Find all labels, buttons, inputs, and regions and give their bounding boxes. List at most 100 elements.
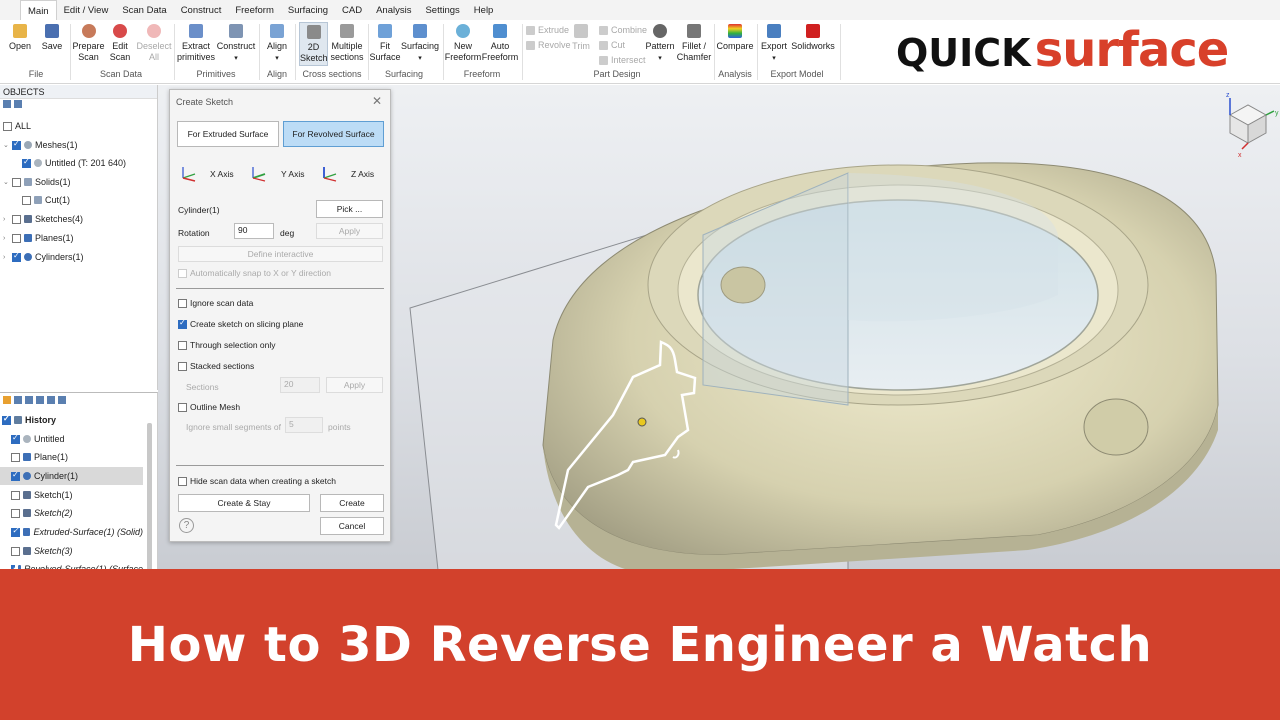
- x-axis-label[interactable]: X Axis: [210, 169, 234, 179]
- menu-cad[interactable]: CAD: [335, 0, 369, 20]
- checkbox[interactable]: [178, 318, 187, 329]
- tree-item-cut[interactable]: Cut(1): [22, 195, 70, 205]
- tree-item-planes[interactable]: › Planes(1): [3, 233, 74, 243]
- create-button[interactable]: Create: [320, 494, 384, 512]
- fit-surface-button[interactable]: Fit Surface: [369, 22, 401, 63]
- stacked-sections-option[interactable]: Stacked sections: [178, 361, 254, 371]
- z-axis-icon[interactable]: [321, 164, 339, 182]
- checkbox[interactable]: [178, 476, 187, 486]
- combine-button[interactable]: Combine: [599, 25, 647, 35]
- menu-settings[interactable]: Settings: [418, 0, 466, 20]
- pattern-button[interactable]: Pattern ▾: [643, 22, 677, 64]
- checkbox[interactable]: [178, 298, 187, 308]
- ignore-scan-option[interactable]: Ignore scan data: [178, 298, 253, 308]
- checkbox[interactable]: [22, 195, 31, 205]
- deselect-all-button[interactable]: Deselect All: [136, 22, 172, 63]
- chevron-right-icon[interactable]: ›: [3, 254, 9, 261]
- filter-icon[interactable]: [14, 100, 22, 108]
- new-freeform-button[interactable]: New Freeform: [444, 22, 482, 63]
- create-and-stay-button[interactable]: Create & Stay: [178, 494, 310, 512]
- x-axis-icon[interactable]: [180, 164, 198, 182]
- chevron-right-icon[interactable]: ›: [3, 216, 9, 223]
- cancel-button[interactable]: Cancel: [320, 517, 384, 535]
- checkbox[interactable]: [11, 490, 20, 500]
- y-axis-label[interactable]: Y Axis: [281, 169, 304, 179]
- history-icon[interactable]: [3, 396, 11, 404]
- menu-scan-data[interactable]: Scan Data: [115, 0, 173, 20]
- open-button[interactable]: Open: [7, 22, 33, 52]
- extract-primitives-button[interactable]: Extract primitives: [175, 22, 217, 63]
- hide-scan-option[interactable]: Hide scan data when creating a sketch: [178, 476, 336, 486]
- history-item[interactable]: Untitled: [0, 430, 143, 448]
- menu-surfacing[interactable]: Surfacing: [281, 0, 335, 20]
- trim-button[interactable]: Trim: [568, 22, 594, 52]
- tree-item-sketches[interactable]: › Sketches(4): [3, 214, 83, 224]
- history-item[interactable]: Extruded-Surface(1) (Solid): [0, 523, 143, 541]
- history-item[interactable]: Plane(1): [0, 448, 143, 466]
- surfacing-button[interactable]: Surfacing ▾: [400, 22, 440, 64]
- z-axis-label[interactable]: Z Axis: [351, 169, 374, 179]
- checkbox[interactable]: [178, 402, 187, 412]
- apply-rotation-button[interactable]: Apply: [316, 223, 383, 239]
- auto-freeform-button[interactable]: Auto Freeform: [481, 22, 519, 63]
- checkbox[interactable]: [12, 177, 21, 187]
- close-icon[interactable]: ✕: [372, 94, 382, 108]
- checkbox[interactable]: [178, 268, 187, 278]
- tree-item-cylinders[interactable]: › Cylinders(1): [3, 251, 84, 263]
- history-root[interactable]: History: [0, 411, 143, 429]
- checkbox[interactable]: [12, 233, 21, 243]
- checkbox[interactable]: [178, 340, 187, 350]
- pick-button[interactable]: Pick ...: [316, 200, 383, 218]
- intersect-button[interactable]: Intersect: [599, 55, 646, 65]
- checkbox[interactable]: [11, 470, 20, 481]
- tree-item-all[interactable]: ALL: [3, 121, 31, 131]
- export-button[interactable]: Export ▾: [760, 22, 788, 64]
- checkbox[interactable]: [12, 214, 21, 224]
- view-cube[interactable]: [1228, 98, 1275, 150]
- chevron-down-icon[interactable]: ⌄: [3, 141, 9, 149]
- checkbox[interactable]: [22, 157, 31, 168]
- checkbox[interactable]: [11, 526, 20, 537]
- forward-icon[interactable]: [58, 396, 66, 404]
- step-forward-icon[interactable]: [36, 396, 44, 404]
- history-item[interactable]: Sketch(1): [0, 486, 143, 504]
- menu-help[interactable]: Help: [467, 0, 501, 20]
- align-button[interactable]: Align ▾: [262, 22, 292, 64]
- history-item[interactable]: Sketch(2): [0, 504, 143, 522]
- tree-item-untitled-mesh[interactable]: Untitled (T: 201 640): [22, 157, 126, 168]
- fillet-chamfer-button[interactable]: Fillet / Chamfer: [676, 22, 712, 63]
- y-axis-icon[interactable]: [250, 164, 268, 182]
- tree-item-solids[interactable]: ⌄ Solids(1): [3, 177, 71, 187]
- list-icon[interactable]: [14, 396, 22, 404]
- segments-input[interactable]: 5: [285, 417, 323, 433]
- checkbox[interactable]: [12, 139, 21, 150]
- menu-main[interactable]: Main: [20, 0, 57, 20]
- checkbox[interactable]: [11, 508, 20, 518]
- history-scrollbar[interactable]: [147, 423, 152, 571]
- tree-item-meshes[interactable]: ⌄ Meshes(1): [3, 139, 78, 151]
- cut-button[interactable]: Cut: [599, 40, 625, 50]
- construct-button[interactable]: Construct ▾: [216, 22, 256, 64]
- history-item[interactable]: Cylinder(1): [0, 467, 143, 485]
- menu-freeform[interactable]: Freeform: [228, 0, 281, 20]
- auto-snap-option[interactable]: Automatically snap to X or Y direction: [178, 268, 331, 278]
- checkbox[interactable]: [11, 546, 20, 556]
- menu-edit-view[interactable]: Edit / View: [57, 0, 116, 20]
- expand-icon[interactable]: [3, 100, 11, 108]
- multiple-sections-button[interactable]: Multiple sections: [329, 22, 365, 63]
- chevron-down-icon[interactable]: ⌄: [3, 178, 9, 186]
- save-button[interactable]: Save: [39, 22, 65, 52]
- rotation-input[interactable]: 90: [234, 223, 274, 239]
- define-interactive-button[interactable]: Define interactive: [178, 246, 383, 262]
- revolve-button[interactable]: Revolve: [526, 40, 571, 50]
- create-on-plane-option[interactable]: Create sketch on slicing plane: [178, 318, 303, 329]
- chevron-right-icon[interactable]: ›: [3, 235, 9, 242]
- history-item[interactable]: Sketch(3): [0, 542, 143, 560]
- compare-button[interactable]: Compare: [715, 22, 755, 52]
- prepare-scan-button[interactable]: Prepare Scan: [72, 22, 105, 63]
- tab-extruded-surface[interactable]: For Extruded Surface: [177, 121, 279, 147]
- rewind-icon[interactable]: [47, 396, 55, 404]
- checkbox[interactable]: [11, 452, 20, 462]
- tab-revolved-surface[interactable]: For Revolved Surface: [283, 121, 384, 147]
- sections-input[interactable]: 20: [280, 377, 320, 393]
